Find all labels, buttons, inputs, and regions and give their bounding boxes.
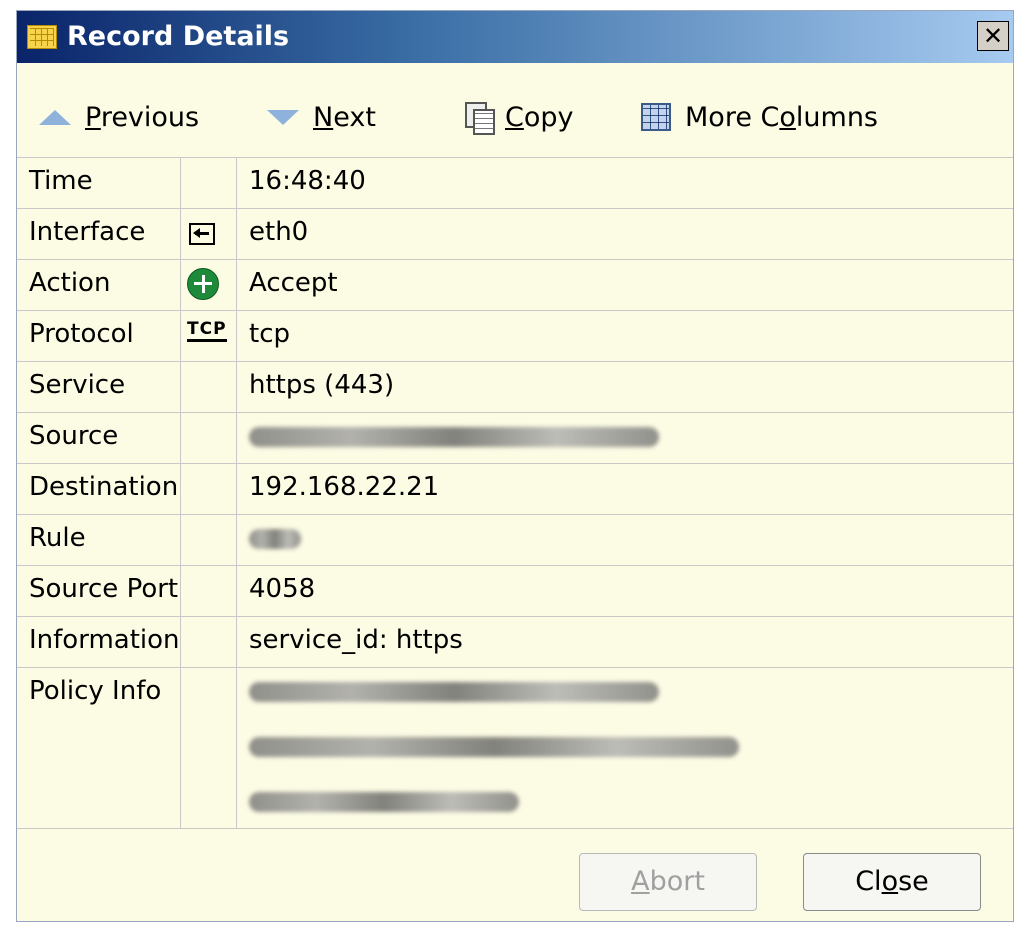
title-bar[interactable]: Record Details ✕	[17, 11, 1013, 63]
row-icon-cell: TCP	[181, 311, 237, 361]
row-value: Accept	[249, 268, 338, 298]
row-icon-cell	[181, 362, 237, 412]
row-label: Information	[17, 617, 181, 667]
table-icon	[27, 25, 57, 49]
more-columns-button[interactable]: More Columns	[641, 97, 878, 137]
redacted-text	[249, 792, 519, 812]
row-icon-cell	[181, 464, 237, 514]
grid-icon	[641, 103, 671, 131]
row-value: 16:48:40	[249, 166, 366, 196]
row-icon-cell	[181, 260, 237, 310]
table-row-policy-info[interactable]: Policy Info	[17, 668, 1013, 829]
row-icon-cell	[181, 617, 237, 667]
row-icon-cell	[181, 566, 237, 616]
toolbar: Previous Next Copy More Columns	[17, 71, 1013, 155]
copy-button[interactable]: Copy	[465, 97, 574, 137]
row-label: Action	[17, 260, 181, 310]
next-label: Next	[313, 101, 376, 133]
tcp-icon: TCP	[187, 319, 227, 342]
more-columns-label: More Columns	[685, 101, 879, 133]
table-row-rule[interactable]: Rule	[17, 515, 1013, 566]
copy-icon	[465, 102, 495, 135]
row-icon-cell	[181, 158, 237, 208]
row-icon-cell	[181, 209, 237, 259]
row-label: Protocol	[17, 311, 181, 361]
row-label: Policy Info	[17, 668, 181, 828]
accept-icon	[187, 268, 219, 300]
row-label: Interface	[17, 209, 181, 259]
row-value: service_id: https	[249, 625, 463, 655]
copy-label: Copy	[505, 101, 574, 133]
row-label: Time	[17, 158, 181, 208]
table-row-information[interactable]: Information service_id: https	[17, 617, 1013, 668]
row-icon-cell	[181, 668, 237, 828]
row-label: Source Port	[17, 566, 181, 616]
row-value: eth0	[249, 217, 309, 247]
row-label: Destination	[17, 464, 181, 514]
row-label: Service	[17, 362, 181, 412]
close-button[interactable]: Close	[803, 853, 981, 911]
triangle-down-icon	[267, 109, 299, 125]
next-button[interactable]: Next	[267, 97, 376, 137]
record-details-dialog: Record Details ✕ Previous Next Copy More…	[16, 10, 1014, 922]
redacted-text	[249, 682, 659, 702]
row-value-redacted	[237, 515, 1013, 565]
row-icon-cell	[181, 413, 237, 463]
row-value: https (443)	[249, 370, 395, 400]
row-label: Source	[17, 413, 181, 463]
row-label: Rule	[17, 515, 181, 565]
row-value: 192.168.22.21	[249, 472, 440, 502]
table-row-source-port[interactable]: Source Port 4058	[17, 566, 1013, 617]
table-row-time[interactable]: Time 16:48:40	[17, 158, 1013, 209]
redacted-text	[249, 737, 739, 757]
previous-button[interactable]: Previous	[39, 97, 199, 137]
table-row-interface[interactable]: Interface eth0	[17, 209, 1013, 260]
row-value: 4058	[249, 574, 316, 604]
dialog-footer: Abort Close	[17, 825, 1013, 921]
table-row-protocol[interactable]: Protocol TCP tcp	[17, 311, 1013, 362]
triangle-up-icon	[39, 109, 71, 125]
row-value-redacted	[237, 668, 1013, 828]
table-row-destination[interactable]: Destination 192.168.22.21	[17, 464, 1013, 515]
table-row-source[interactable]: Source	[17, 413, 1013, 464]
table-row-action[interactable]: Action Accept	[17, 260, 1013, 311]
redacted-text	[249, 529, 301, 549]
row-value: tcp	[249, 319, 290, 349]
row-icon-cell	[181, 515, 237, 565]
row-value-redacted	[237, 413, 1013, 463]
previous-label: Previous	[85, 101, 200, 133]
window-title: Record Details	[67, 21, 290, 52]
interface-icon	[189, 223, 215, 245]
details-table: Time 16:48:40 Interface eth0 Action Acce…	[17, 157, 1013, 829]
abort-button[interactable]: Abort	[579, 853, 757, 911]
close-window-button[interactable]: ✕	[977, 21, 1009, 51]
table-row-service[interactable]: Service https (443)	[17, 362, 1013, 413]
redacted-text	[249, 427, 659, 447]
